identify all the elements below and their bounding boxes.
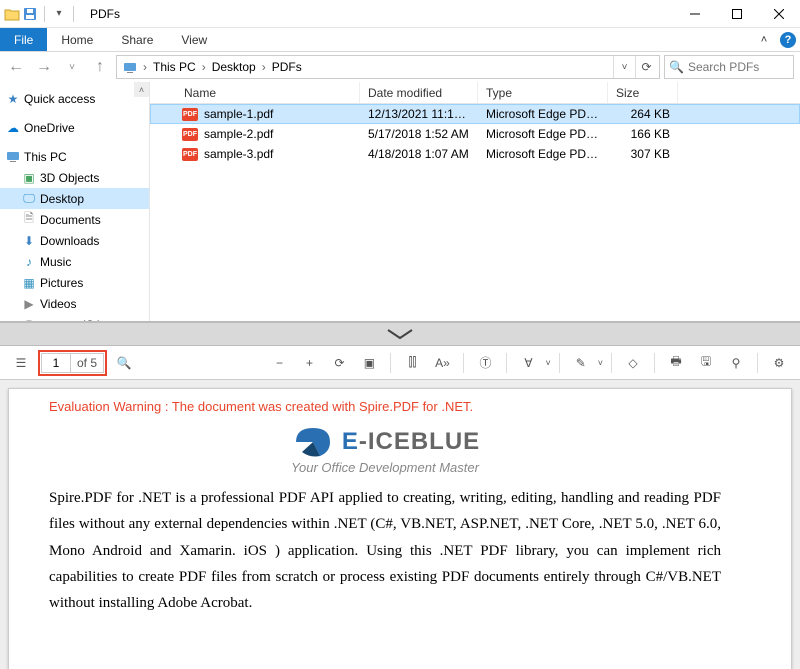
tab-home[interactable]: Home	[47, 28, 107, 51]
folder-icon	[4, 6, 20, 22]
pdf-page: Evaluation Warning : The document was cr…	[8, 388, 792, 669]
pdf-icon: PDF	[182, 128, 198, 141]
minimize-button[interactable]	[674, 0, 716, 28]
video-icon: ▶	[22, 297, 36, 311]
breadcrumb-seg-thispc[interactable]: This PC	[149, 60, 200, 74]
search-icon[interactable]: 🔍	[111, 350, 137, 376]
nav-tree[interactable]: ˄ ★Quick access ☁OneDrive This PC ▣3D Ob…	[0, 82, 150, 321]
cloud-icon: ☁	[6, 121, 20, 135]
pc-icon	[6, 150, 20, 164]
brand-logo: E-ICEBLUE Your Office Development Master	[49, 422, 721, 475]
close-button[interactable]	[758, 0, 800, 28]
download-icon: ⬇	[22, 234, 36, 248]
page-total-label: of 5	[71, 353, 104, 373]
breadcrumb-seg-desktop[interactable]: Desktop	[208, 60, 260, 74]
tree-videos[interactable]: ▶Videos	[0, 293, 149, 314]
col-size[interactable]: Size	[608, 82, 678, 103]
chevron-down-icon	[380, 327, 420, 341]
save-icon[interactable]	[22, 6, 38, 22]
tab-share[interactable]: Share	[107, 28, 167, 51]
tree-scroll-up-icon[interactable]: ˄	[134, 82, 149, 97]
tree-downloads[interactable]: ⬇Downloads	[0, 230, 149, 251]
pdf-toolbar: ☰ of 5 🔍 − + ⟳ ▣ ⫿⫿ A» Ⓣ ∀ ˅ ✎ ˅ ◇ 🖶 🖫 ⚲…	[0, 346, 800, 380]
chevron-right-icon: ›	[260, 60, 268, 74]
draw-icon[interactable]: ∀	[515, 350, 541, 376]
evaluation-warning: Evaluation Warning : The document was cr…	[49, 399, 721, 414]
tree-this-pc[interactable]: This PC	[0, 146, 149, 167]
zoom-out-icon[interactable]: −	[266, 350, 292, 376]
document-icon: 🗎	[22, 213, 36, 227]
breadcrumb-root-icon[interactable]	[119, 61, 141, 73]
print-icon[interactable]: 🖶	[663, 350, 689, 376]
desktop-icon: 🖵	[22, 192, 36, 206]
col-name[interactable]: Name	[150, 82, 360, 103]
pdf-body-text: Spire.PDF for .NET is a professional PDF…	[49, 485, 721, 616]
erase-icon[interactable]: ◇	[620, 350, 646, 376]
chevron-right-icon: ›	[200, 60, 208, 74]
cube-icon: ▣	[22, 171, 36, 185]
qat-dropdown-icon[interactable]: ▾	[51, 6, 67, 22]
drive-icon: ⛁	[22, 318, 36, 322]
tree-music[interactable]: ♪Music	[0, 251, 149, 272]
tree-onedrive[interactable]: ☁OneDrive	[0, 117, 149, 138]
nav-forward-button[interactable]: →	[32, 55, 56, 79]
outline-icon[interactable]: ☰	[8, 350, 34, 376]
page-current-input[interactable]	[41, 353, 71, 373]
zoom-in-icon[interactable]: +	[296, 350, 322, 376]
search-placeholder: Search PDFs	[688, 60, 759, 74]
search-icon: 🔍	[669, 60, 684, 74]
page-view-icon[interactable]: ⫿⫿	[399, 350, 425, 376]
breadcrumb[interactable]: › This PC › Desktop › PDFs ˅ ⟳	[116, 55, 660, 79]
nav-back-button[interactable]: ←	[4, 55, 28, 79]
highlight-icon[interactable]: ✎	[568, 350, 594, 376]
brand-tagline: Your Office Development Master	[291, 460, 479, 475]
logo-icon	[290, 422, 336, 462]
pdf-icon: PDF	[182, 108, 198, 121]
chevron-right-icon: ›	[141, 60, 149, 74]
read-aloud-icon[interactable]: A»	[429, 350, 455, 376]
music-icon: ♪	[22, 255, 36, 269]
share-icon[interactable]: ⚲	[723, 350, 749, 376]
save-icon[interactable]: 🖫	[693, 350, 719, 376]
nav-history-dropdown[interactable]: ˅	[60, 55, 84, 79]
tree-quick-access[interactable]: ★Quick access	[0, 88, 149, 109]
text-select-icon[interactable]: Ⓣ	[472, 350, 498, 376]
nav-row: ← → ˅ ↑ › This PC › Desktop › PDFs ˅ ⟳ 🔍…	[0, 52, 800, 82]
file-row[interactable]: PDFsample-3.pdf 4/18/2018 1:07 AM Micros…	[150, 144, 800, 164]
breadcrumb-dropdown-button[interactable]: ˅	[613, 56, 635, 78]
nav-up-button[interactable]: ↑	[88, 55, 112, 79]
tree-pictures[interactable]: ▦Pictures	[0, 272, 149, 293]
pdf-viewport[interactable]: Evaluation Warning : The document was cr…	[0, 380, 800, 669]
preview-pane-toggle[interactable]	[0, 322, 800, 346]
maximize-button[interactable]	[716, 0, 758, 28]
tree-3d-objects[interactable]: ▣3D Objects	[0, 167, 149, 188]
window-title: PDFs	[82, 7, 120, 21]
settings-icon[interactable]: ⚙	[766, 350, 792, 376]
pdf-icon: PDF	[182, 148, 198, 161]
tree-desktop[interactable]: 🖵Desktop	[0, 188, 149, 209]
ribbon-collapse-icon[interactable]: ˄	[752, 28, 776, 51]
ribbon-tabs: File Home Share View ˄ ?	[0, 28, 800, 52]
tree-documents[interactable]: 🗎Documents	[0, 209, 149, 230]
breadcrumb-seg-pdfs[interactable]: PDFs	[268, 60, 306, 74]
tab-file[interactable]: File	[0, 28, 47, 51]
file-list-header: Name Date modified Type Size	[150, 82, 800, 104]
help-button[interactable]: ?	[776, 28, 800, 51]
picture-icon: ▦	[22, 276, 36, 290]
refresh-button[interactable]: ⟳	[635, 56, 657, 78]
file-row[interactable]: PDFsample-1.pdf 12/13/2021 11:14 AM Micr…	[150, 104, 800, 124]
file-row[interactable]: PDFsample-2.pdf 5/17/2018 1:52 AM Micros…	[150, 124, 800, 144]
search-input[interactable]: 🔍 Search PDFs	[664, 55, 794, 79]
tab-view[interactable]: View	[167, 28, 221, 51]
col-date[interactable]: Date modified	[360, 82, 478, 103]
window-titlebar: ▾ PDFs	[0, 0, 800, 28]
fit-page-icon[interactable]: ▣	[356, 350, 382, 376]
page-indicator: of 5	[38, 350, 107, 376]
rotate-icon[interactable]: ⟳	[326, 350, 352, 376]
tree-system-c[interactable]: ⛁system (C:)	[0, 314, 149, 321]
star-icon: ★	[6, 92, 20, 106]
col-type[interactable]: Type	[478, 82, 608, 103]
file-list[interactable]: Name Date modified Type Size PDFsample-1…	[150, 82, 800, 321]
